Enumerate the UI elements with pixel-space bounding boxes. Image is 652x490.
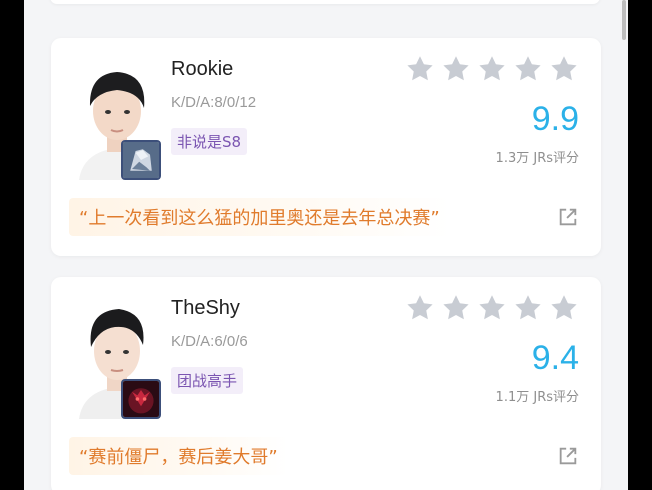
- star-icon[interactable]: [477, 293, 507, 323]
- star-icon[interactable]: [405, 293, 435, 323]
- rating-stars[interactable]: [405, 293, 579, 323]
- star-icon[interactable]: [441, 293, 471, 323]
- player-rating-card[interactable]: TheShy K/D/A:6/0/6 团战高手 9.4 1.1万 JRs评分 “…: [51, 277, 601, 490]
- player-score: 9.4: [531, 339, 579, 377]
- player-kda: K/D/A:6/0/6: [171, 333, 248, 350]
- player-rating-card[interactable]: Rookie K/D/A:8/0/12 非说是S8 9.9 1.3万 JRs评分…: [51, 38, 601, 256]
- screen: Rookie K/D/A:8/0/12 非说是S8 9.9 1.3万 JRs评分…: [24, 0, 628, 490]
- previous-card-edge: [50, 0, 600, 4]
- star-icon[interactable]: [405, 54, 435, 84]
- star-icon[interactable]: [549, 293, 579, 323]
- star-icon[interactable]: [477, 54, 507, 84]
- top-comment-quote[interactable]: “上一次看到这么猛的加里奥还是去年总决赛”: [69, 198, 450, 236]
- top-comment-quote[interactable]: “赛前僵尸，赛后姜大哥”: [69, 437, 288, 475]
- star-icon[interactable]: [549, 54, 579, 84]
- rating-count: 1.3万 JRs评分: [495, 151, 579, 166]
- star-icon[interactable]: [513, 293, 543, 323]
- player-tag: 团战高手: [171, 367, 244, 394]
- player-name: TheShy: [171, 297, 240, 319]
- galio-champion-icon: [121, 140, 161, 180]
- star-icon[interactable]: [513, 54, 543, 84]
- scrollbar[interactable]: [622, 0, 626, 40]
- player-tag: 非说是S8: [171, 128, 248, 155]
- share-icon[interactable]: [557, 445, 579, 467]
- rating-stars[interactable]: [405, 54, 579, 84]
- player-name: Rookie: [171, 58, 234, 80]
- player-kda: K/D/A:8/0/12: [171, 94, 257, 111]
- share-icon[interactable]: [557, 206, 579, 228]
- star-icon[interactable]: [441, 54, 471, 84]
- player-score: 9.9: [531, 100, 579, 138]
- champion-icon: [121, 379, 161, 419]
- rating-count: 1.1万 JRs评分: [495, 390, 579, 405]
